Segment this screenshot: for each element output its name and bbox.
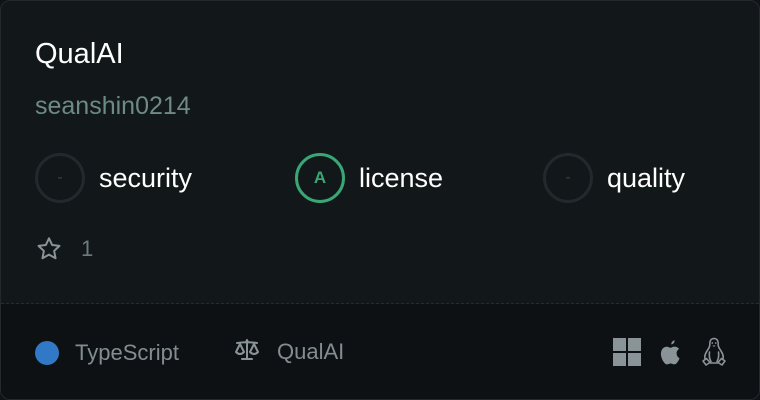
- stars: 1: [35, 234, 93, 264]
- repo-name[interactable]: QualAI: [35, 37, 124, 71]
- stars-count: 1: [81, 236, 94, 261]
- license-grade-badge: A: [295, 153, 345, 203]
- security-label: security: [99, 162, 193, 193]
- language-color-dot: [35, 341, 59, 365]
- card-footer: TypeScript QualAI: [1, 304, 759, 399]
- linux-icon: [701, 337, 727, 367]
- windows-icon: [613, 338, 641, 366]
- repo-owner[interactable]: seanshin0214: [35, 91, 191, 121]
- quality-grade-badge: -: [543, 153, 593, 203]
- score-quality: - quality: [543, 153, 685, 203]
- platforms: [613, 336, 727, 368]
- scale-icon: [233, 337, 261, 368]
- language-name: TypeScript: [75, 340, 179, 365]
- card-body: QualAI seanshin0214 - security A license…: [1, 1, 759, 303]
- license-label: license: [359, 162, 444, 193]
- license: QualAI: [233, 338, 344, 366]
- star-icon: [35, 235, 63, 263]
- score-security: - security: [35, 153, 192, 203]
- security-grade-badge: -: [35, 153, 85, 203]
- language: TypeScript: [35, 340, 179, 366]
- repo-card[interactable]: QualAI seanshin0214 - security A license…: [0, 0, 760, 400]
- license-name: QualAI: [277, 339, 345, 364]
- score-license: A license: [295, 153, 443, 203]
- quality-label: quality: [607, 162, 686, 193]
- apple-icon: [659, 338, 683, 366]
